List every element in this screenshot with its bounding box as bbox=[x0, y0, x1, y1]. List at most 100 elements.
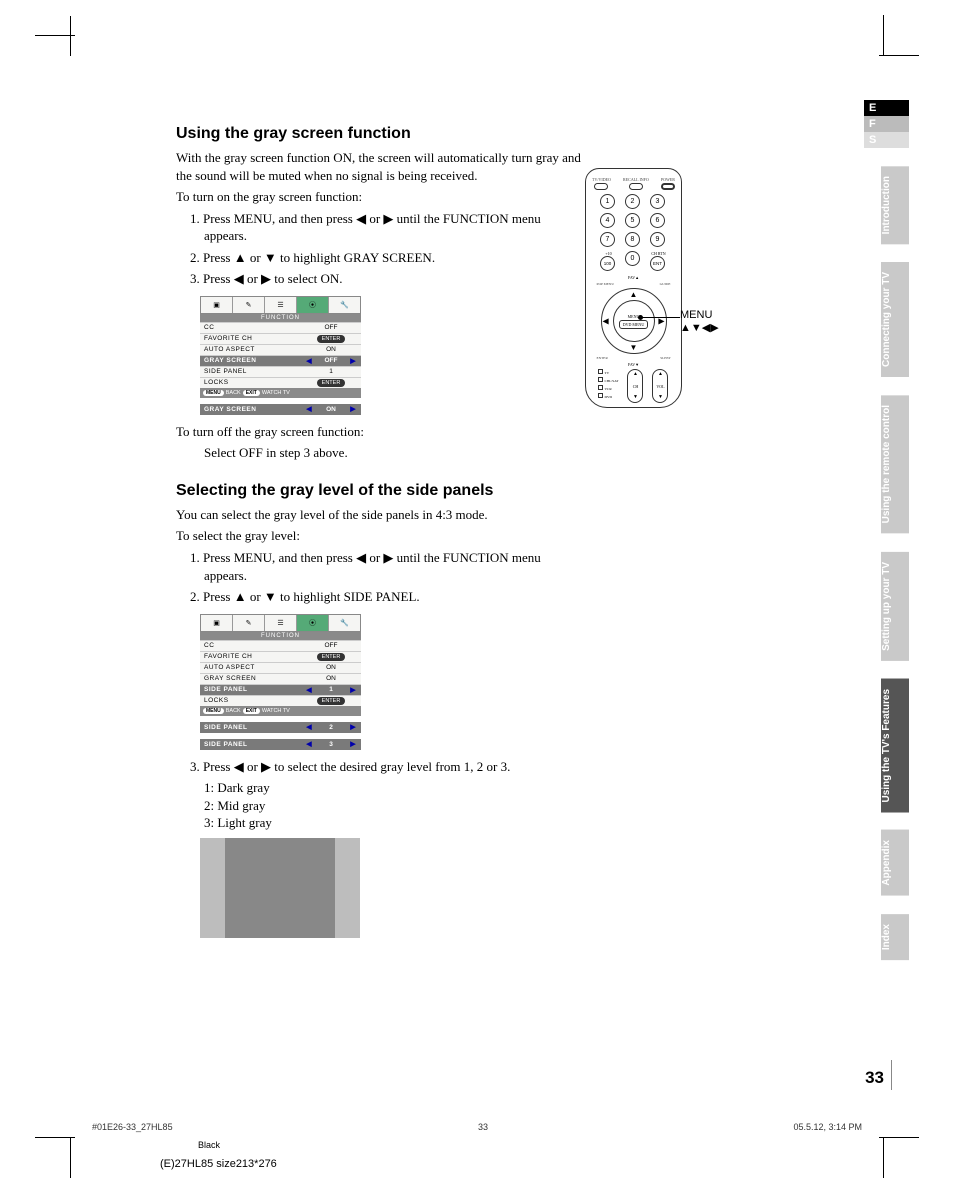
dpad-down-icon: ▼ bbox=[630, 343, 638, 352]
s1-step1-text: Press MENU, and then press ◀ or ▶ until … bbox=[203, 211, 541, 244]
s2-step2-text: Press ▲ or ▼ to highlight SIDE PANEL. bbox=[203, 589, 420, 604]
osd2-s2-val: 3 bbox=[313, 741, 349, 748]
remote-num-5: 5 bbox=[625, 213, 640, 228]
lang-tab-s: S bbox=[864, 132, 909, 148]
mode-dvd: DVD bbox=[604, 395, 612, 399]
s1-step1: 1. Press MENU, and then press ◀ or ▶ unt… bbox=[176, 210, 581, 245]
osd-menu-2: ▣✎☰⦿🔧 FUNCTION CCOFFFAVORITE CHENTERAUTO… bbox=[200, 614, 361, 750]
remote-recall-label: RECALL INFO bbox=[623, 177, 649, 182]
osd-row: LOCKSENTER bbox=[200, 695, 361, 706]
section1-intro: With the gray screen function ON, the sc… bbox=[176, 149, 581, 184]
remote-tvvideo-label: TV/VIDEO bbox=[592, 177, 611, 182]
osd-row: CCOFF bbox=[200, 640, 361, 651]
osd-foot-menu: MENU bbox=[203, 390, 224, 396]
osd-row: SIDE PANEL1 bbox=[200, 366, 361, 377]
remote-dpad: POP MENU GUIDE ▲ ▼ ◀ ▶ MENU DVD MENU ENT… bbox=[595, 282, 673, 360]
osd-row: GRAY SCREENON bbox=[200, 673, 361, 684]
menu-callout: MENU ▲▼◀▶ bbox=[680, 309, 719, 334]
remote-num-1: 1 bbox=[600, 194, 615, 209]
section1-off-lead: To turn off the gray screen function: bbox=[176, 423, 581, 441]
osd-tab-icon: ✎ bbox=[233, 615, 265, 631]
dpad-label-br: SLEEP bbox=[660, 356, 670, 360]
crop-mark-bl bbox=[35, 1118, 75, 1158]
callout-arrows: ▲▼◀▶ bbox=[680, 321, 719, 334]
remote-numpad: 123456789+101000CH RTNENT bbox=[586, 190, 681, 275]
s2-step2: 2. Press ▲ or ▼ to highlight SIDE PANEL. bbox=[176, 588, 581, 606]
osd2-title: FUNCTION bbox=[200, 632, 361, 640]
remote-num-ENT: ENT bbox=[650, 256, 665, 271]
callout-menu-label: MENU bbox=[680, 309, 719, 321]
osd-tab-icon: ☰ bbox=[265, 297, 297, 313]
section-tab-connecting: Connecting your TV bbox=[881, 262, 909, 377]
dpad-label-tr: GUIDE bbox=[660, 282, 671, 286]
osd2-single-2: SIDE PANEL◀3▶ bbox=[200, 739, 361, 750]
mode-vcr: VCR bbox=[604, 387, 611, 391]
s2-step3: 3. Press ◀ or ▶ to select the desired gr… bbox=[176, 758, 581, 776]
remote-favdown-label: FAV▼ bbox=[586, 362, 681, 367]
dpad-dvdmenu-label: DVD MENU bbox=[619, 320, 648, 329]
s2-level2: 2: Mid gray bbox=[176, 797, 581, 815]
osd-foot-back: BACK bbox=[226, 708, 241, 714]
section-tab-remote: Using the remote control bbox=[881, 395, 909, 533]
lang-tab-f: F bbox=[864, 116, 909, 132]
osd1-single-label: GRAY SCREEN bbox=[204, 406, 305, 413]
section-tab-setup: Setting up your TV bbox=[881, 552, 909, 661]
section-tab-index: Index bbox=[881, 914, 909, 960]
section2-intro: You can select the gray level of the sid… bbox=[176, 506, 581, 524]
remote-control: TV/VIDEO RECALL INFO POWER 123456789+101… bbox=[585, 168, 682, 408]
side-tabs: E F S Introduction Connecting your TV Us… bbox=[864, 100, 909, 960]
remote-num-4: 4 bbox=[600, 213, 615, 228]
section1-heading: Using the gray screen function bbox=[176, 125, 581, 143]
osd-tab-icon: ✎ bbox=[233, 297, 265, 313]
dpad-label-bl: ENTER bbox=[597, 356, 608, 360]
mode-cbl: CBL/SAT bbox=[604, 379, 618, 383]
s1-step3-text: Press ◀ or ▶ to select ON. bbox=[203, 271, 343, 286]
osd2-single-1: SIDE PANEL◀2▶ bbox=[200, 722, 361, 733]
page-num-divider bbox=[891, 1060, 892, 1090]
footer-file: #01E26-33_27HL85 bbox=[92, 1122, 173, 1132]
footer-black: Black bbox=[198, 1140, 220, 1150]
osd1-title: FUNCTION bbox=[200, 314, 361, 322]
section-tab-appendix: Appendix bbox=[881, 830, 909, 896]
osd-row: FAVORITE CHENTER bbox=[200, 651, 361, 662]
remote-tvvideo-btn bbox=[594, 183, 608, 190]
s1-step2: 2. Press ▲ or ▼ to highlight GRAY SCREEN… bbox=[176, 249, 581, 267]
remote-num-2: 2 bbox=[625, 194, 640, 209]
osd-foot-watch: WATCH TV bbox=[262, 390, 290, 396]
osd1-single: GRAY SCREEN◀ON▶ bbox=[200, 404, 361, 415]
osd-row: CCOFF bbox=[200, 322, 361, 333]
osd2-s1-label: SIDE PANEL bbox=[204, 724, 305, 731]
remote-num-3: 3 bbox=[650, 194, 665, 209]
remote-ch-rocker: ▲CH▼ bbox=[627, 369, 643, 403]
footer-page: 33 bbox=[478, 1122, 488, 1132]
remote-num-0: 0 bbox=[625, 251, 640, 266]
remote-num-6: 6 bbox=[650, 213, 665, 228]
s2-level3: 3: Light gray bbox=[176, 814, 581, 832]
crop-mark-br bbox=[879, 1118, 919, 1158]
dpad-up-icon: ▲ bbox=[630, 290, 638, 299]
footer-meta: #01E26-33_27HL85 33 05.5.12, 3:14 PM bbox=[92, 1122, 862, 1132]
osd-tab-icon: ☰ bbox=[265, 615, 297, 631]
s2-level1: 1: Dark gray bbox=[176, 779, 581, 797]
osd-foot-exit: EXIT bbox=[243, 708, 260, 714]
osd-tab-icon: ⦿ bbox=[297, 297, 329, 313]
osd2-s1-val: 2 bbox=[313, 724, 349, 731]
osd1-single-val: ON bbox=[313, 406, 349, 413]
dpad-label-tl: POP MENU bbox=[597, 282, 614, 286]
s1-step3: 3. Press ◀ or ▶ to select ON. bbox=[176, 270, 581, 288]
osd-tab-icon: ⦿ bbox=[297, 615, 329, 631]
s2-step1: 1. Press MENU, and then press ◀ or ▶ unt… bbox=[176, 549, 581, 584]
osd-row: FAVORITE CHENTER bbox=[200, 333, 361, 344]
osd-foot-watch: WATCH TV bbox=[262, 708, 290, 714]
mode-tv: TV bbox=[604, 371, 609, 375]
page-number: 33 bbox=[865, 1068, 884, 1088]
section1-off-step: Select OFF in step 3 above. bbox=[176, 444, 581, 462]
footer-size: (E)27HL85 size213*276 bbox=[160, 1158, 277, 1170]
s2-step3-text: Press ◀ or ▶ to select the desired gray … bbox=[203, 759, 510, 774]
s2-step1-text: Press MENU, and then press ◀ or ▶ until … bbox=[203, 550, 541, 583]
osd-row: AUTO ASPECTON bbox=[200, 662, 361, 673]
section2-heading: Selecting the gray level of the side pan… bbox=[176, 482, 581, 500]
main-content: Using the gray screen function With the … bbox=[176, 125, 581, 938]
osd-tab-icon: ▣ bbox=[201, 615, 233, 631]
section1-lead: To turn on the gray screen function: bbox=[176, 188, 581, 206]
